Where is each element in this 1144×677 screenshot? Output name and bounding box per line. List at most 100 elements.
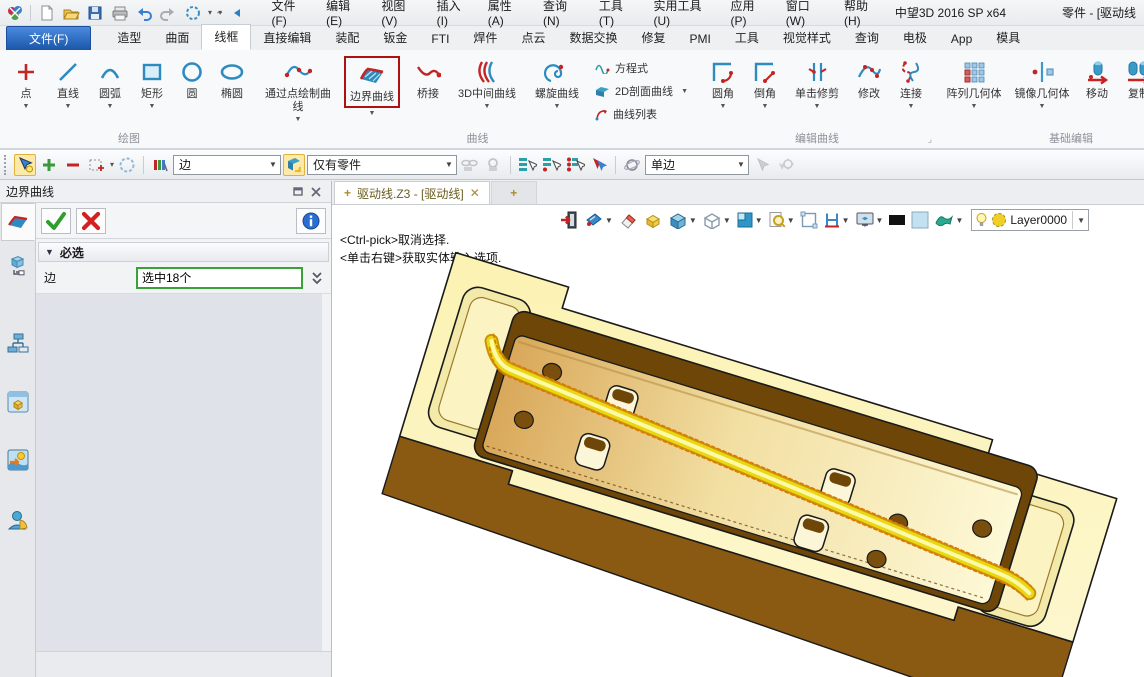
- tab-visualization[interactable]: [1, 441, 35, 479]
- pick-all-list-icon[interactable]: [564, 154, 586, 176]
- rectangle-button[interactable]: 矩形▼: [131, 52, 173, 110]
- dropdown-arrow-icon[interactable]: ▼: [369, 110, 376, 117]
- new-file-icon[interactable]: [37, 3, 55, 23]
- scope-filter-dropdown[interactable]: 仅有零件▼: [307, 155, 457, 175]
- ribbon-file-tab[interactable]: 文件(F): [6, 26, 91, 50]
- tab-point-cloud[interactable]: 点云: [509, 26, 557, 50]
- dropdown-arrow-icon[interactable]: ▼: [23, 103, 30, 110]
- pick-last-list-icon[interactable]: [540, 154, 562, 176]
- one-click-trim-button[interactable]: 单击修剪▼: [786, 52, 848, 110]
- tab-mold[interactable]: 模具: [984, 26, 1032, 50]
- tab-inquire[interactable]: 查询: [843, 26, 891, 50]
- reselect-cursor-icon[interactable]: [588, 154, 610, 176]
- print-icon[interactable]: [110, 3, 128, 23]
- tab-boundary-curve[interactable]: [1, 203, 35, 241]
- tab-data-exchange[interactable]: 数据交换: [557, 26, 629, 50]
- equation-button[interactable]: 方程式: [595, 60, 688, 76]
- tab-fti[interactable]: FTI: [419, 29, 461, 50]
- curve-list-button[interactable]: 曲线列表: [595, 106, 688, 122]
- undo-icon[interactable]: [135, 3, 153, 23]
- model-drive-plate[interactable]: [332, 205, 1143, 677]
- tab-shape[interactable]: 造型: [105, 26, 153, 50]
- ok-button[interactable]: [41, 208, 71, 234]
- remove-from-selection-icon[interactable]: [62, 154, 84, 176]
- tab-tools[interactable]: 工具: [723, 26, 771, 50]
- dialog-launcher-icon[interactable]: ⌟: [928, 134, 932, 145]
- tab-weldment[interactable]: 焊件: [461, 26, 509, 50]
- pattern-geometry-button[interactable]: 阵列几何体▼: [940, 52, 1008, 110]
- dropdown-arrow-icon[interactable]: ▼: [65, 103, 72, 110]
- pick-cursor-disabled-icon[interactable]: [751, 154, 773, 176]
- tab-surface[interactable]: 曲面: [153, 26, 201, 50]
- lasso-select-icon[interactable]: [116, 154, 138, 176]
- panel-close-icon[interactable]: [307, 184, 325, 200]
- dropdown-arrow-icon[interactable]: ▼: [908, 103, 915, 110]
- 3d-middle-curve-button[interactable]: 3D中间曲线▼: [447, 52, 527, 110]
- tab-user[interactable]: [1, 501, 35, 539]
- curve-through-points-button[interactable]: 通过点绘制曲线▼: [261, 52, 335, 123]
- window-select-icon[interactable]: [86, 154, 108, 176]
- arc-button[interactable]: 圆弧▼: [89, 52, 131, 110]
- chain-pick-icon[interactable]: [459, 154, 481, 176]
- dropdown-arrow-icon[interactable]: ▼: [681, 88, 688, 95]
- open-file-icon[interactable]: [62, 3, 80, 23]
- expand-options-icon[interactable]: [307, 267, 327, 289]
- mirror-geometry-button[interactable]: 镜像几何体▼: [1008, 52, 1076, 110]
- filter-colors-icon[interactable]: [149, 154, 171, 176]
- pick-hint-toggle[interactable]: [14, 154, 36, 176]
- boundary-curve-button[interactable]: 边界曲线 ▼: [335, 52, 409, 117]
- pick-mode-dropdown[interactable]: 单边▼: [645, 155, 749, 175]
- panel-restore-icon[interactable]: [289, 184, 307, 200]
- required-section-header[interactable]: ▼ 必选: [38, 242, 329, 262]
- chamfer-button[interactable]: 倒角▼: [744, 52, 786, 110]
- spiral-curve-button[interactable]: 螺旋曲线▼: [527, 52, 587, 110]
- tab-assembly[interactable]: 装配: [323, 26, 371, 50]
- tab-pmi[interactable]: PMI: [677, 29, 722, 50]
- tab-visual-style[interactable]: 视觉样式: [771, 26, 843, 50]
- line-button[interactable]: 直线▼: [47, 52, 89, 110]
- dropdown-arrow-icon[interactable]: ▾: [110, 160, 114, 169]
- close-tab-icon[interactable]: ✕: [470, 186, 480, 200]
- dropdown-arrow-icon[interactable]: ▼: [971, 103, 978, 110]
- tab-app[interactable]: App: [939, 29, 984, 50]
- tab-wireframe[interactable]: 线框: [201, 24, 251, 50]
- move-button[interactable]: 移动: [1076, 52, 1118, 101]
- dropdown-arrow-icon[interactable]: ▼: [762, 103, 769, 110]
- loop-pick-icon[interactable]: [483, 154, 505, 176]
- connect-button[interactable]: 连接▼: [890, 52, 932, 110]
- add-to-selection-icon[interactable]: [38, 154, 60, 176]
- save-icon[interactable]: [86, 3, 104, 23]
- cancel-button[interactable]: [76, 208, 106, 234]
- dropdown-arrow-icon[interactable]: ▼: [554, 103, 561, 110]
- dropdown-arrow-icon[interactable]: ▼: [149, 103, 156, 110]
- tab-history-tree[interactable]: [1, 325, 35, 363]
- tab-direct-edit[interactable]: 直接编辑: [251, 26, 323, 50]
- pick-settings-disabled-icon[interactable]: [775, 154, 797, 176]
- circle-button[interactable]: 圆: [173, 52, 211, 101]
- dropdown-arrow-icon[interactable]: ▼: [107, 103, 114, 110]
- redo-icon[interactable]: [159, 3, 177, 23]
- pick-scope-toggle[interactable]: [283, 154, 305, 176]
- fillet-button[interactable]: 圆角▼: [702, 52, 744, 110]
- entity-filter-dropdown[interactable]: 边▼: [173, 155, 281, 175]
- new-document-tab[interactable]: +: [491, 181, 537, 204]
- tab-manager[interactable]: [1, 247, 35, 285]
- pin-tab-icon[interactable]: +: [344, 186, 351, 200]
- toolbar-grip-handle[interactable]: [4, 155, 9, 175]
- edge-selection-input[interactable]: [136, 267, 303, 289]
- chevron-down-icon[interactable]: ▾: [208, 8, 212, 17]
- modify-button[interactable]: 修改: [848, 52, 890, 101]
- copy-button[interactable]: 复制: [1118, 52, 1144, 101]
- dropdown-arrow-icon[interactable]: ▼: [720, 103, 727, 110]
- dropdown-arrow-icon[interactable]: ▼: [484, 103, 491, 110]
- tab-sheet-metal[interactable]: 钣金: [371, 26, 419, 50]
- tab-repair[interactable]: 修复: [629, 26, 677, 50]
- pick-mode-gyro-icon[interactable]: [621, 154, 643, 176]
- document-tab-active[interactable]: + 驱动线.Z3 - [驱动线] ✕: [334, 181, 490, 204]
- graphics-canvas[interactable]: ▼ ▼ ▼ ▼ ▼ ▼ ▼ ▼ Layer0000 ▼: [332, 205, 1144, 677]
- 2d-section-curve-button[interactable]: 2D剖面曲线 ▼: [595, 83, 688, 99]
- dropdown-arrow-icon[interactable]: ▼: [295, 116, 302, 123]
- tab-electrode[interactable]: 电极: [891, 26, 939, 50]
- point-button[interactable]: 点▼: [5, 52, 47, 110]
- bridge-button[interactable]: 桥接: [409, 52, 447, 101]
